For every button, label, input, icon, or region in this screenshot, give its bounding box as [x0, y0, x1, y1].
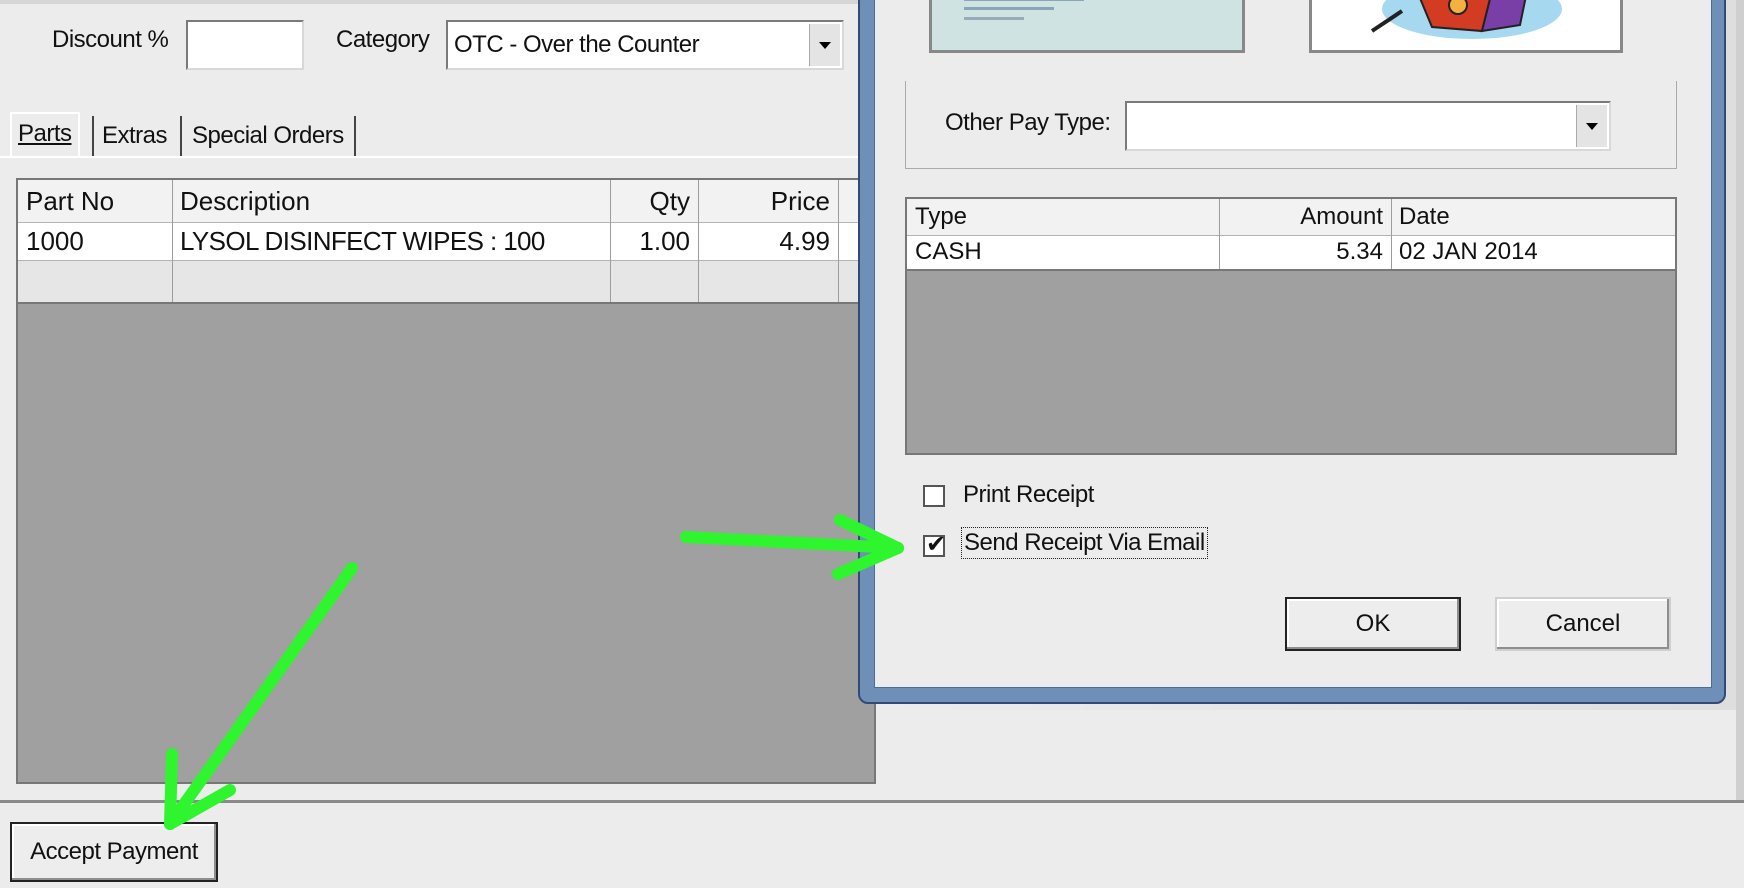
- arrow-to-accept-payment: [164, 562, 358, 830]
- arrow-to-email-checkbox: [680, 514, 904, 580]
- annotation-arrows: [164, 514, 904, 830]
